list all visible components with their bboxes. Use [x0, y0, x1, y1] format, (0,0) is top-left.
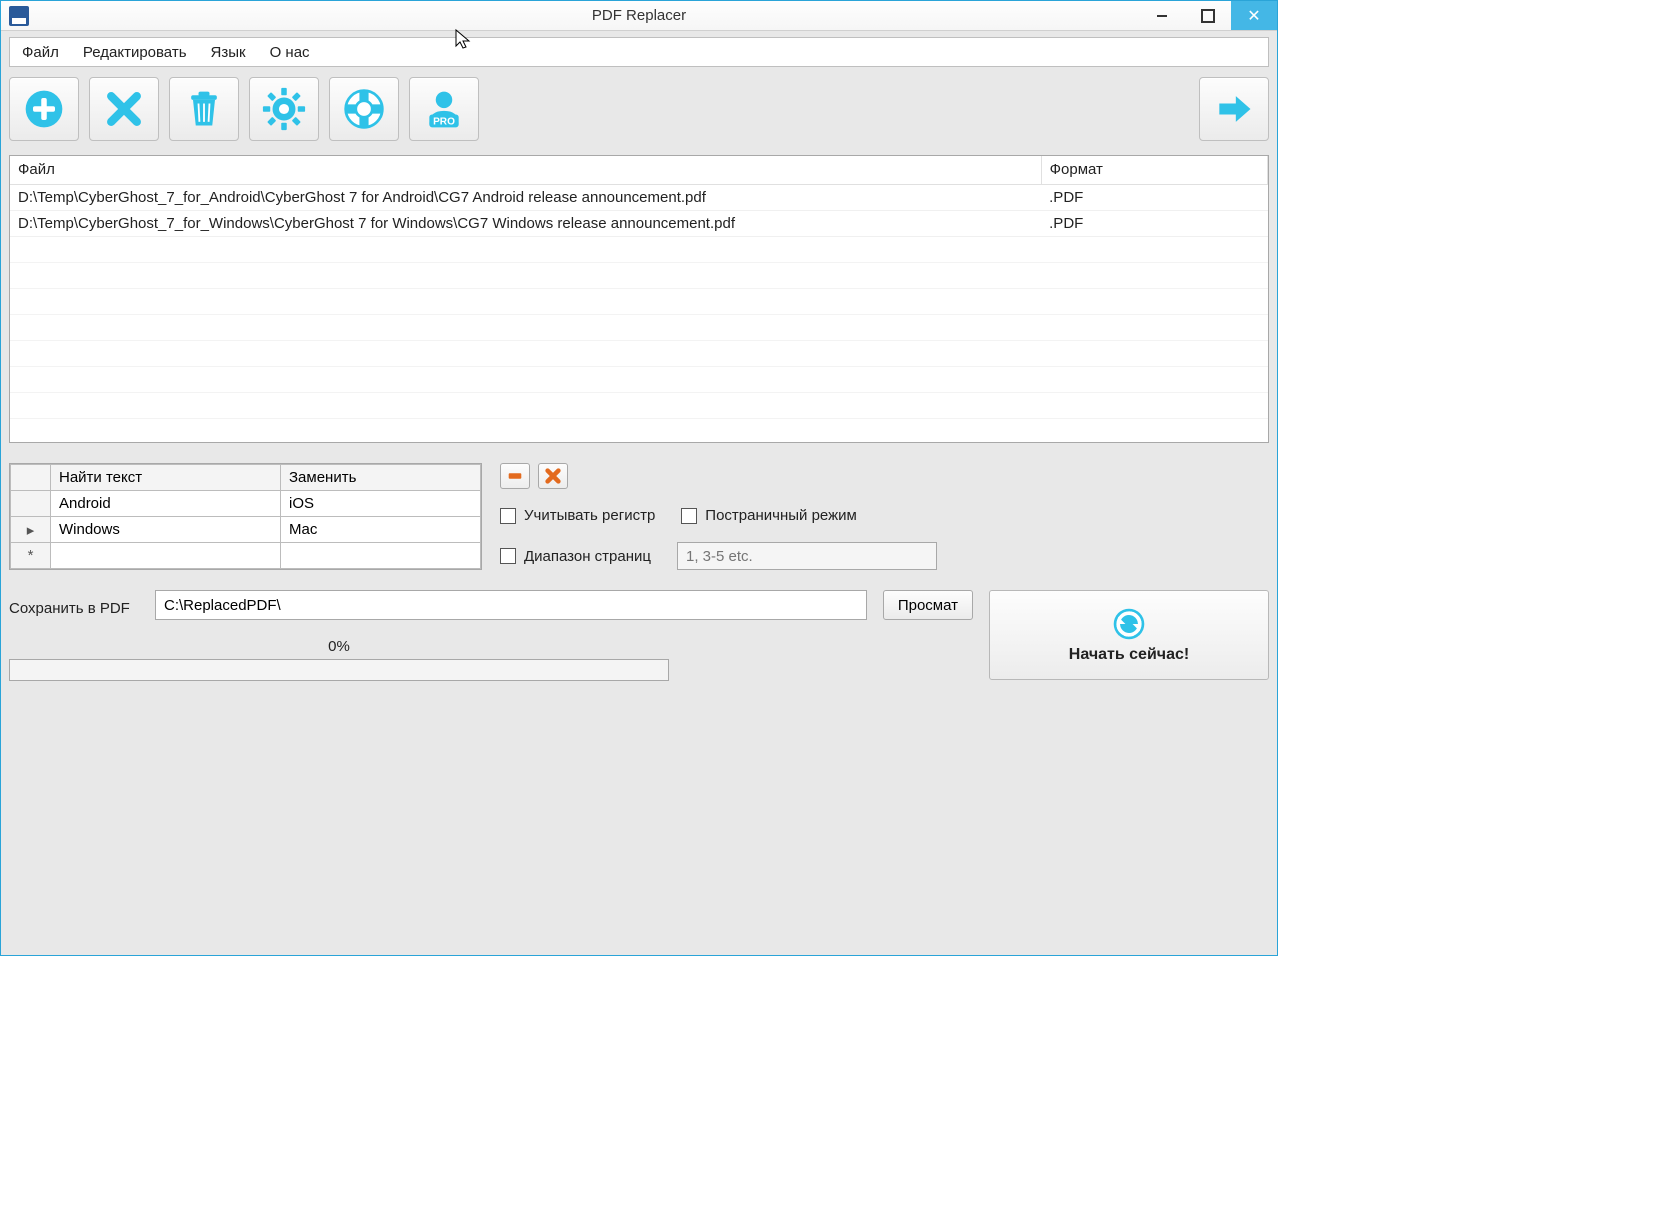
file-header[interactable]: Файл: [10, 156, 1041, 184]
page-range-input[interactable]: [677, 542, 937, 570]
row-new-icon: *: [11, 543, 51, 569]
gear-icon: [262, 87, 306, 131]
minus-icon: [506, 467, 524, 485]
replace-grid[interactable]: Найти текст Заменить Android iOS ▸ Windo…: [9, 463, 482, 570]
start-button[interactable]: Начать сейчас!: [989, 590, 1269, 680]
arrow-right-icon: [1212, 87, 1256, 131]
x-icon: [102, 87, 146, 131]
browse-button[interactable]: Просмат: [883, 590, 973, 620]
page-range-checkbox[interactable]: Диапазон страниц: [500, 548, 651, 565]
table-row[interactable]: *: [11, 543, 481, 569]
svg-text:PRO: PRO: [433, 117, 455, 128]
titlebar: PDF Replacer: [1, 1, 1277, 31]
trash-icon: [182, 87, 226, 131]
plus-icon: [22, 87, 66, 131]
user-pro-icon: PRO: [422, 87, 466, 131]
x-orange-icon: [544, 467, 562, 485]
remove-button[interactable]: [89, 77, 159, 141]
table-row[interactable]: D:\Temp\CyberGhost_7_for_Windows\CyberGh…: [10, 210, 1268, 236]
row-current-icon: ▸: [11, 517, 51, 543]
pro-button[interactable]: PRO: [409, 77, 479, 141]
clear-button[interactable]: [169, 77, 239, 141]
menu-edit[interactable]: Редактировать: [83, 44, 187, 61]
progress-label: 0%: [9, 638, 669, 655]
add-button[interactable]: [9, 77, 79, 141]
next-button[interactable]: [1199, 77, 1269, 141]
close-button[interactable]: [1231, 1, 1277, 30]
table-row[interactable]: D:\Temp\CyberGhost_7_for_Android\CyberGh…: [10, 184, 1268, 210]
toolbar: PRO: [1, 67, 1277, 151]
replace-header[interactable]: Заменить: [281, 465, 481, 491]
help-button[interactable]: [329, 77, 399, 141]
table-row[interactable]: Android iOS: [11, 491, 481, 517]
clear-rows-button[interactable]: [538, 463, 568, 489]
refresh-icon: [1111, 606, 1147, 642]
save-path-input[interactable]: [155, 590, 867, 620]
menu-about[interactable]: О нас: [270, 44, 310, 61]
app-window: PDF Replacer Файл Редактировать Язык О н…: [0, 0, 1278, 956]
save-label: Сохранить в PDF: [9, 594, 139, 617]
settings-button[interactable]: [249, 77, 319, 141]
menu-language[interactable]: Язык: [211, 44, 246, 61]
file-list[interactable]: Файл Формат D:\Temp\CyberGhost_7_for_And…: [9, 155, 1269, 443]
progress-bar: [9, 659, 669, 681]
case-checkbox[interactable]: Учитывать регистр: [500, 507, 655, 524]
table-row[interactable]: ▸ Windows Mac: [11, 517, 481, 543]
window-title: PDF Replacer: [1, 7, 1277, 24]
delete-row-button[interactable]: [500, 463, 530, 489]
minimize-button[interactable]: [1139, 1, 1185, 30]
menubar: Файл Редактировать Язык О нас: [9, 37, 1269, 67]
format-header[interactable]: Формат: [1041, 156, 1267, 184]
maximize-button[interactable]: [1185, 1, 1231, 30]
menu-file[interactable]: Файл: [22, 44, 59, 61]
find-header[interactable]: Найти текст: [51, 465, 281, 491]
lifebuoy-icon: [342, 87, 386, 131]
page-mode-checkbox[interactable]: Постраничный режим: [681, 507, 857, 524]
app-icon: [9, 6, 29, 26]
